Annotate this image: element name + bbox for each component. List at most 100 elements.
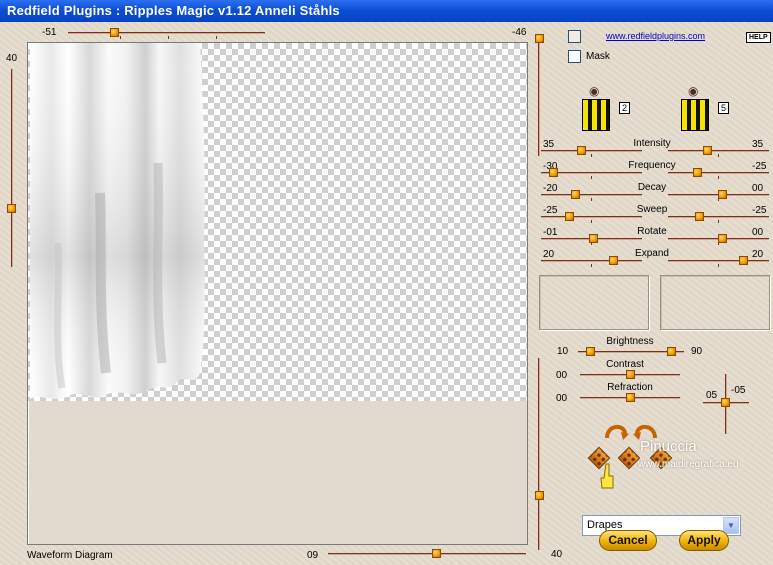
brightness-slider-thumb-right[interactable] [667, 347, 676, 356]
param-left-thumb[interactable] [549, 168, 558, 177]
preview-right-slider-value: 40 [551, 549, 563, 560]
param-label: Decay [637, 182, 667, 193]
window-title: Redfield Plugins : Ripples Magic v1.12 A… [7, 3, 340, 18]
param-right-thumb[interactable] [695, 212, 704, 221]
param-right-value: 00 [752, 227, 764, 238]
apply-button[interactable]: Apply [679, 530, 729, 551]
param-right-thumb[interactable] [703, 146, 712, 155]
param-left-value: 35 [543, 139, 555, 150]
slider-tick [718, 154, 719, 157]
param-right-thumb[interactable] [739, 256, 748, 265]
dice-icon[interactable] [617, 446, 641, 470]
param-left-track[interactable] [541, 150, 642, 152]
param-left-value: 20 [543, 249, 555, 260]
param-left-track[interactable] [541, 194, 642, 196]
slider-tick [718, 176, 719, 179]
preview-box-left [539, 275, 649, 330]
crosshair-thumb[interactable] [721, 398, 730, 407]
param-label: Frequency [628, 160, 676, 171]
param-right-value: 20 [752, 249, 764, 260]
pattern-swatch-right[interactable] [681, 99, 709, 131]
preview-right-slider-thumb[interactable] [535, 491, 544, 500]
param-left-value: -20 [543, 183, 558, 194]
contrast-value: 00 [556, 370, 568, 381]
watermark-name: Pinuccia [640, 438, 697, 455]
slider-tick [591, 264, 592, 267]
brightness-slider-thumb-left[interactable] [586, 347, 595, 356]
refraction-value: 00 [556, 393, 568, 404]
slider-tick [591, 154, 592, 157]
param-left-track[interactable] [541, 216, 642, 218]
contrast-label: Contrast [606, 359, 644, 370]
slider-tick [591, 176, 592, 179]
param-right-value: 35 [752, 139, 764, 150]
param-right-thumb[interactable] [718, 190, 727, 199]
eye-icon[interactable]: ◉ [688, 84, 698, 98]
slider-tick [216, 36, 217, 39]
param-right-track[interactable] [668, 172, 769, 174]
param-left-thumb[interactable] [589, 234, 598, 243]
slider-tick [168, 36, 169, 39]
param-right-value: 00 [752, 183, 764, 194]
contrast-slider-thumb[interactable] [626, 370, 635, 379]
preview-panel[interactable] [27, 42, 528, 545]
top-slider-track[interactable] [68, 32, 265, 34]
bottom-slider-track[interactable] [328, 553, 526, 555]
param-right-thumb[interactable] [693, 168, 702, 177]
cancel-button[interactable]: Cancel [599, 530, 657, 551]
slider-tick [591, 220, 592, 223]
slider-tick [591, 198, 592, 201]
mask-checkbox[interactable] [568, 50, 581, 63]
param-left-thumb[interactable] [565, 212, 574, 221]
brightness-right-value: 90 [691, 346, 703, 357]
left-slider-track[interactable] [11, 69, 13, 267]
param-right-track[interactable] [668, 216, 769, 218]
param-label: Sweep [636, 204, 668, 215]
watermark-url: www.maidiregrafica.eu [638, 459, 739, 470]
refraction-slider-thumb[interactable] [626, 393, 635, 402]
top-slider-thumb[interactable] [110, 28, 119, 37]
drape-preview-image [30, 43, 205, 399]
param-left-thumb[interactable] [577, 146, 586, 155]
param-label: Rotate [637, 226, 667, 237]
title-bar: Redfield Plugins : Ripples Magic v1.12 A… [0, 0, 773, 22]
bottom-slider-value: 09 [307, 550, 319, 561]
preview-right-slider-track[interactable] [538, 358, 540, 550]
param-right-thumb[interactable] [718, 234, 727, 243]
preview-right-slider-upper-track[interactable] [538, 36, 540, 156]
redfield-link[interactable]: www.redfieldplugins.com [606, 31, 705, 41]
pattern-swatch-left[interactable] [582, 99, 610, 131]
eye-icon[interactable]: ◉ [589, 84, 599, 98]
pattern-number-right[interactable]: 5 [718, 102, 729, 114]
hand-pointer-icon [600, 463, 614, 489]
help-button[interactable]: HELP [746, 32, 771, 43]
slider-tick [718, 264, 719, 267]
param-left-thumb[interactable] [571, 190, 580, 199]
crosshair-x-value: 05 [706, 390, 718, 401]
waveform-diagram-label: Waveform Diagram [27, 550, 113, 561]
left-slider-thumb[interactable] [7, 204, 16, 213]
slider-tick [718, 220, 719, 223]
param-label: Expand [635, 248, 669, 259]
param-right-value: -25 [752, 205, 767, 216]
param-right-track[interactable] [668, 260, 769, 262]
param-left-thumb[interactable] [609, 256, 618, 265]
pattern-number-left[interactable]: 2 [619, 102, 630, 114]
reset-checkbox[interactable] [568, 30, 581, 43]
bottom-slider-thumb[interactable] [432, 549, 441, 558]
param-label: Intensity [633, 138, 671, 149]
mask-label: Mask [586, 51, 610, 62]
param-left-track[interactable] [541, 260, 642, 262]
refraction-label: Refraction [607, 382, 653, 393]
param-left-value: -01 [543, 227, 558, 238]
param-left-value: -25 [543, 205, 558, 216]
top-right-value: -46 [512, 27, 527, 38]
brightness-label: Brightness [606, 336, 654, 347]
param-right-track[interactable] [668, 150, 769, 152]
left-slider-value: 40 [6, 53, 18, 64]
param-right-value: -25 [752, 161, 767, 172]
crosshair-y-value: -05 [731, 385, 746, 396]
chevron-down-icon[interactable]: ▼ [723, 517, 739, 534]
preview-right-slider-thumb-upper[interactable] [535, 34, 544, 43]
preview-box-right [660, 275, 770, 330]
